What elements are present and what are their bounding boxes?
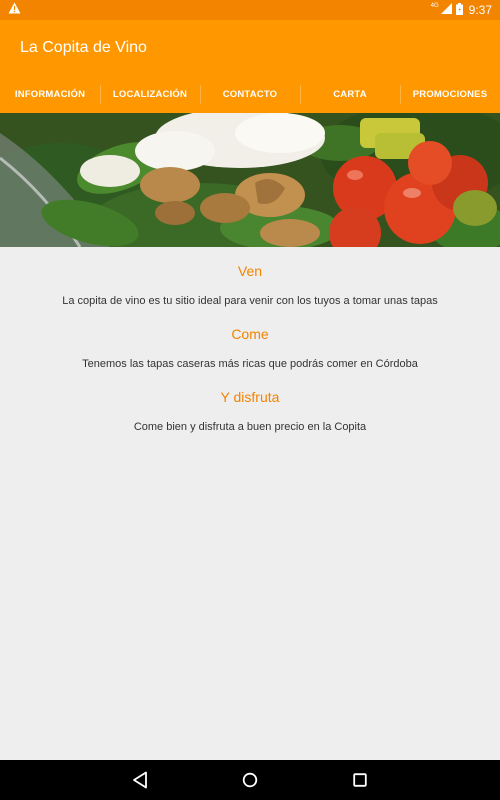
warning-icon (8, 1, 21, 19)
tab-localizacion[interactable]: LOCALIZACIÓN (100, 76, 200, 113)
system-nav-bar (0, 760, 500, 800)
tab-promociones[interactable]: PROMOCIONES (400, 76, 500, 113)
status-time: 9:37 (468, 3, 492, 17)
signal-icon (440, 3, 452, 17)
tab-contacto[interactable]: CONTACTO (200, 76, 300, 113)
section-title: Come (231, 326, 269, 342)
network-type: 4G (430, 3, 439, 9)
battery-icon (455, 2, 463, 18)
app-title: La Copita de Vino (20, 39, 147, 56)
section-title: Y disfruta (220, 389, 280, 405)
status-bar: 4G 9:37 (0, 0, 500, 20)
content: Ven La copita de vino es tu sitio ideal … (0, 247, 500, 760)
app-bar: La Copita de Vino (0, 20, 500, 76)
section-ven: Ven La copita de vino es tu sitio ideal … (0, 263, 500, 307)
section-text: Tenemos las tapas caseras más ricas que … (82, 358, 418, 370)
tab-bar: INFORMACIÓN LOCALIZACIÓN CONTACTO CARTA … (0, 76, 500, 113)
back-icon[interactable] (128, 768, 152, 792)
hero-image (0, 113, 500, 247)
section-title: Ven (237, 263, 263, 279)
recents-icon[interactable] (348, 768, 372, 792)
section-come: Come Tenemos las tapas caseras más ricas… (0, 326, 500, 370)
tab-informacion[interactable]: INFORMACIÓN (0, 76, 100, 113)
section-disfruta: Y disfruta Come bien y disfruta a buen p… (0, 389, 500, 433)
home-icon[interactable] (238, 768, 262, 792)
section-text: La copita de vino es tu sitio ideal para… (62, 295, 438, 307)
section-text: Come bien y disfruta a buen precio en la… (133, 421, 367, 433)
tab-carta[interactable]: CARTA (300, 76, 400, 113)
